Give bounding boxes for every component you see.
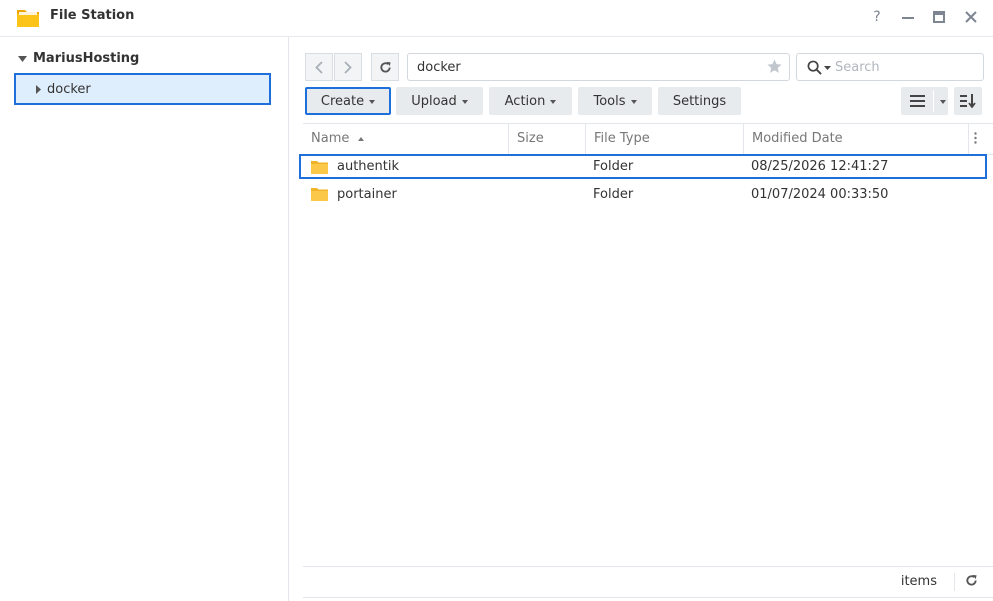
column-header-name[interactable]: Name bbox=[303, 124, 509, 154]
minimize-button[interactable] bbox=[899, 8, 917, 26]
row-name: portainer bbox=[337, 187, 397, 202]
row-modified: 08/25/2026 12:41:27 bbox=[751, 159, 889, 174]
path-bar[interactable]: docker bbox=[407, 53, 790, 81]
maximize-icon bbox=[933, 11, 945, 23]
action-label: Action bbox=[504, 93, 546, 109]
sort-button[interactable] bbox=[954, 87, 982, 115]
column-header-size[interactable]: Size bbox=[509, 124, 586, 154]
folder-icon bbox=[311, 188, 328, 201]
table-row[interactable]: portainer Folder 01/07/2024 00:33:50 bbox=[299, 182, 987, 207]
items-count-label: items bbox=[900, 574, 937, 589]
tree-root-mariushosting[interactable]: MariusHosting bbox=[18, 51, 139, 66]
close-button[interactable] bbox=[962, 8, 980, 26]
column-header-file-type[interactable]: File Type bbox=[586, 124, 744, 154]
refresh-button[interactable] bbox=[371, 53, 399, 81]
more-vertical-icon bbox=[974, 132, 977, 144]
caret-down-icon bbox=[369, 99, 376, 104]
settings-label: Settings bbox=[672, 93, 727, 109]
refresh-icon bbox=[966, 574, 977, 586]
tree-item-docker[interactable]: docker bbox=[14, 73, 271, 105]
caret-right-icon[interactable] bbox=[36, 84, 41, 94]
column-label: Size bbox=[517, 131, 544, 146]
row-type: Folder bbox=[593, 187, 634, 202]
folder-icon bbox=[311, 161, 328, 174]
table-row[interactable]: authentik Folder 08/25/2026 12:41:27 bbox=[299, 154, 987, 179]
help-icon: ? bbox=[873, 9, 881, 25]
search-input[interactable] bbox=[835, 59, 975, 75]
status-bar: items bbox=[303, 566, 993, 598]
status-divider bbox=[954, 573, 955, 591]
help-button[interactable]: ? bbox=[868, 8, 886, 26]
column-label: File Type bbox=[594, 131, 650, 146]
row-type: Folder bbox=[593, 159, 634, 174]
caret-down-icon[interactable] bbox=[18, 55, 27, 62]
star-icon[interactable] bbox=[766, 58, 783, 75]
view-mode-button[interactable] bbox=[901, 87, 948, 115]
row-modified: 01/07/2024 00:33:50 bbox=[751, 187, 889, 202]
maximize-button[interactable] bbox=[930, 8, 948, 26]
create-label: Create bbox=[320, 93, 365, 109]
tools-label: Tools bbox=[593, 93, 626, 109]
tree-root-label: MariusHosting bbox=[33, 51, 140, 66]
caret-down-icon bbox=[461, 99, 468, 104]
upload-label: Upload bbox=[411, 93, 457, 109]
column-label: Name bbox=[311, 131, 350, 146]
current-path: docker bbox=[417, 60, 461, 75]
view-mode-divider bbox=[933, 90, 934, 112]
action-button[interactable]: Action bbox=[489, 87, 572, 115]
forward-button[interactable] bbox=[334, 53, 362, 81]
chevron-left-icon bbox=[315, 60, 323, 74]
search-icon[interactable] bbox=[807, 60, 822, 75]
column-options-button[interactable] bbox=[974, 132, 977, 146]
list-view-icon bbox=[910, 95, 925, 107]
tree-item-label: docker bbox=[47, 81, 91, 97]
chevron-right-icon bbox=[344, 60, 352, 74]
caret-down-icon bbox=[940, 99, 946, 104]
chevron-down-icon[interactable] bbox=[824, 66, 831, 70]
upload-button[interactable]: Upload bbox=[396, 87, 483, 115]
caret-down-icon bbox=[630, 99, 637, 104]
sort-ascending-icon bbox=[357, 136, 364, 141]
folder-app-icon bbox=[17, 10, 39, 27]
sort-icon bbox=[960, 94, 976, 108]
file-list-header: Name Size File Type Modified Date bbox=[303, 123, 993, 155]
status-refresh-button[interactable] bbox=[965, 574, 981, 590]
window-titlebar: File Station ? bbox=[0, 0, 993, 37]
column-header-modified-date[interactable]: Modified Date bbox=[744, 124, 969, 154]
refresh-icon bbox=[379, 61, 391, 73]
settings-button[interactable]: Settings bbox=[658, 87, 741, 115]
minimize-icon bbox=[902, 17, 914, 19]
window-title: File Station bbox=[50, 8, 135, 23]
caret-down-icon bbox=[550, 99, 557, 104]
column-label: Modified Date bbox=[752, 131, 843, 146]
tools-button[interactable]: Tools bbox=[578, 87, 652, 115]
row-name: authentik bbox=[337, 159, 400, 174]
close-icon bbox=[965, 11, 977, 23]
create-button[interactable]: Create bbox=[305, 87, 391, 115]
search-box[interactable] bbox=[796, 53, 984, 81]
folder-tree-sidebar: MariusHosting docker bbox=[0, 37, 289, 601]
back-button[interactable] bbox=[305, 53, 333, 81]
file-browser-pane: docker Create Upload Action Tools Settin… bbox=[289, 37, 993, 601]
